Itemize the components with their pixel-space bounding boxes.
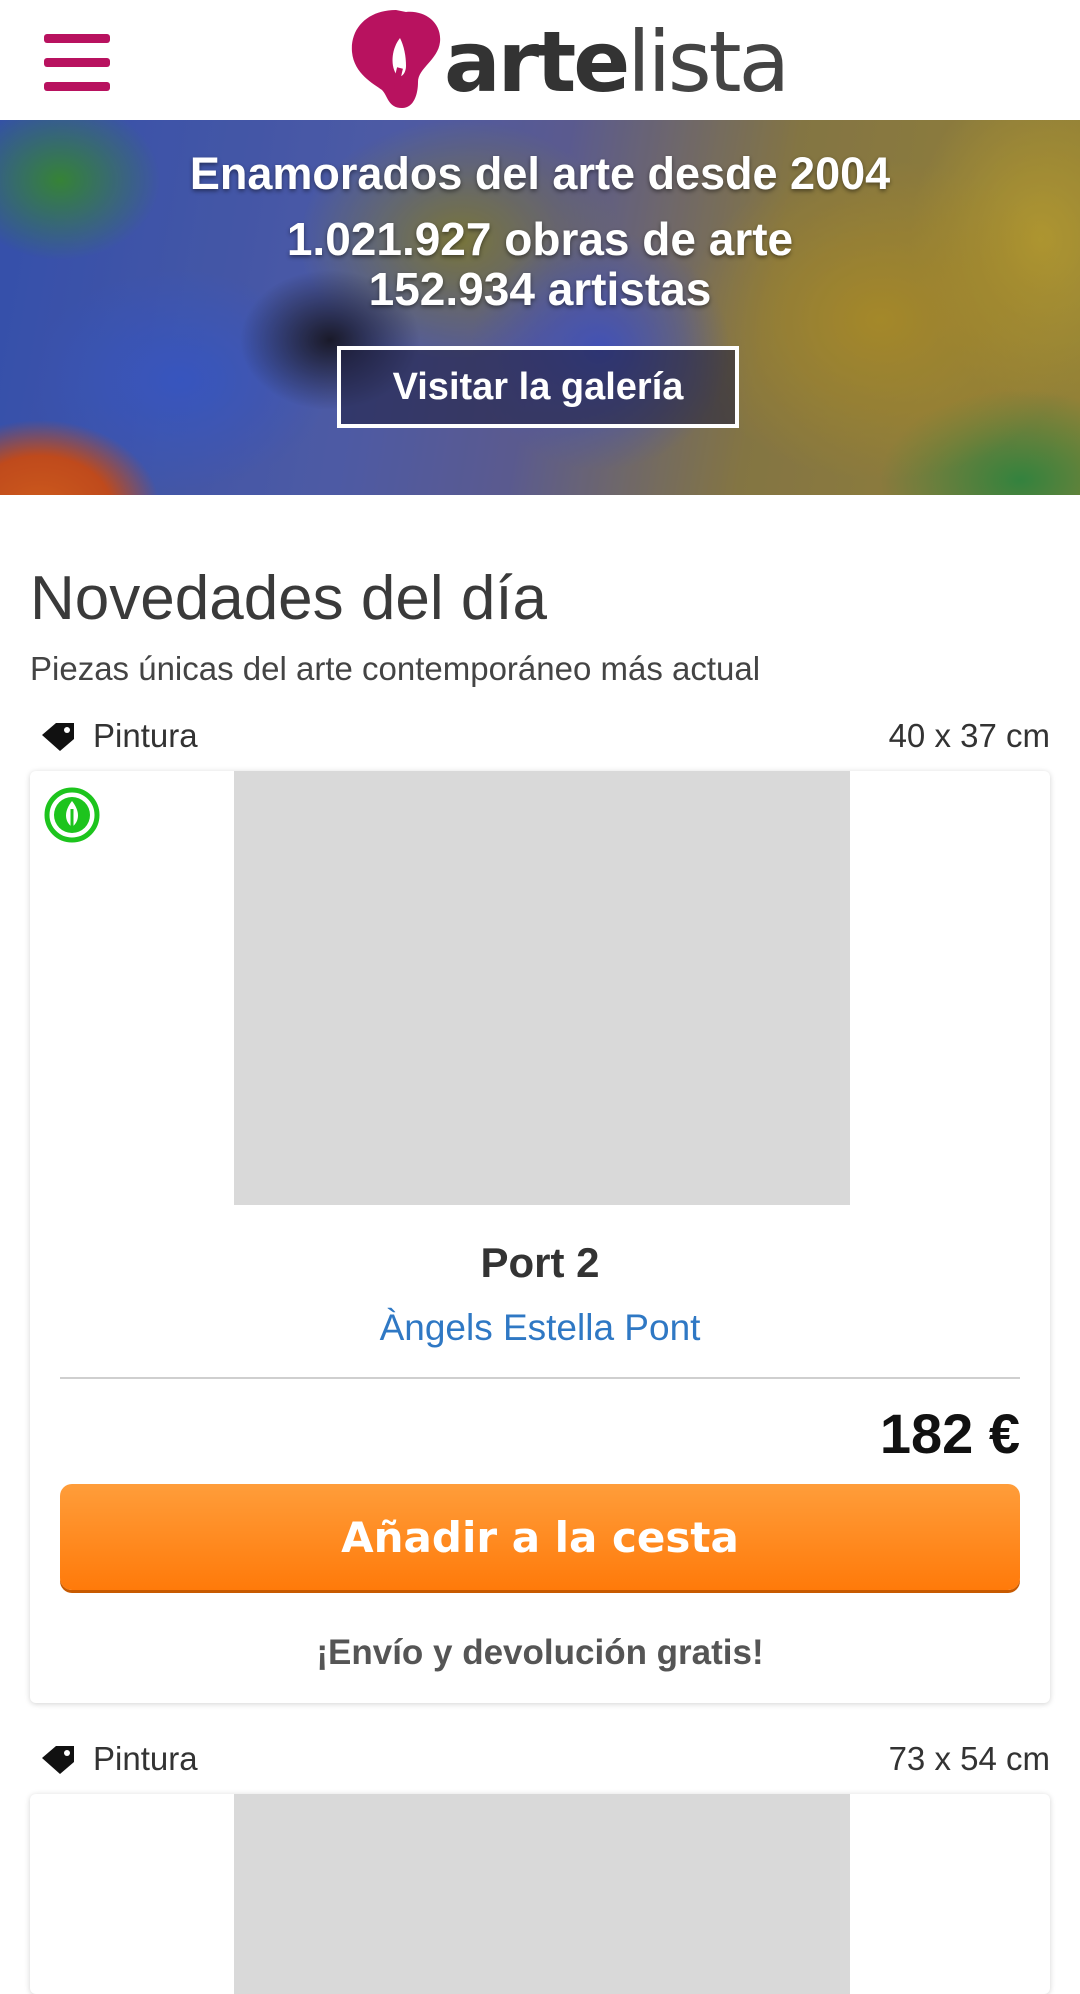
tag-icon (42, 1746, 74, 1774)
visit-gallery-button[interactable]: Visitar la galería (337, 346, 739, 428)
hero-artists-count: 152.934 artistas (368, 263, 712, 315)
divider (60, 1377, 1020, 1379)
product-category: Pintura (93, 717, 198, 754)
logo-mark-icon (351, 10, 441, 108)
product-size: 40 x 37 cm (888, 717, 1050, 754)
product-meta: Pintura 40 x 37 cm (30, 715, 1050, 759)
product-card[interactable]: Port 2 Àngels Estella Pont 182 € Añadir … (30, 771, 1050, 1703)
section-subtitle: Piezas únicas del arte contemporáneo más… (30, 650, 761, 687)
header: artelista (0, 0, 1080, 120)
artelista-logo[interactable]: artelista (348, 6, 790, 116)
product-card[interactable] (30, 1794, 1050, 1994)
hero-artworks-count: 1.021.927 obras de arte (286, 213, 794, 265)
section-title: Novedades del día (30, 564, 548, 633)
menu-icon[interactable] (44, 34, 110, 92)
artwork-image[interactable] (234, 1794, 850, 1994)
artwork-price: 182 € (879, 1402, 1020, 1465)
shipping-note: ¡Envío y devolución gratis! (316, 1633, 764, 1672)
product-size: 73 x 54 cm (888, 1740, 1050, 1777)
eco-leaf-icon (44, 787, 100, 843)
add-to-cart-button[interactable]: Añadir a la cesta (60, 1484, 1020, 1590)
hero-title: Enamorados del arte desde 2004 (189, 148, 891, 199)
product-meta: Pintura 73 x 54 cm (30, 1738, 1050, 1782)
artist-link[interactable]: Àngels Estella Pont (30, 1307, 1050, 1349)
artwork-title[interactable]: Port 2 (30, 1239, 1050, 1287)
hero-banner: Enamorados del arte desde 2004 1.021.927… (0, 120, 1080, 495)
artwork-image[interactable] (234, 771, 850, 1205)
product-category: Pintura (93, 1740, 198, 1777)
tag-icon (42, 723, 74, 751)
logo-wordmark: artelista (444, 13, 790, 111)
